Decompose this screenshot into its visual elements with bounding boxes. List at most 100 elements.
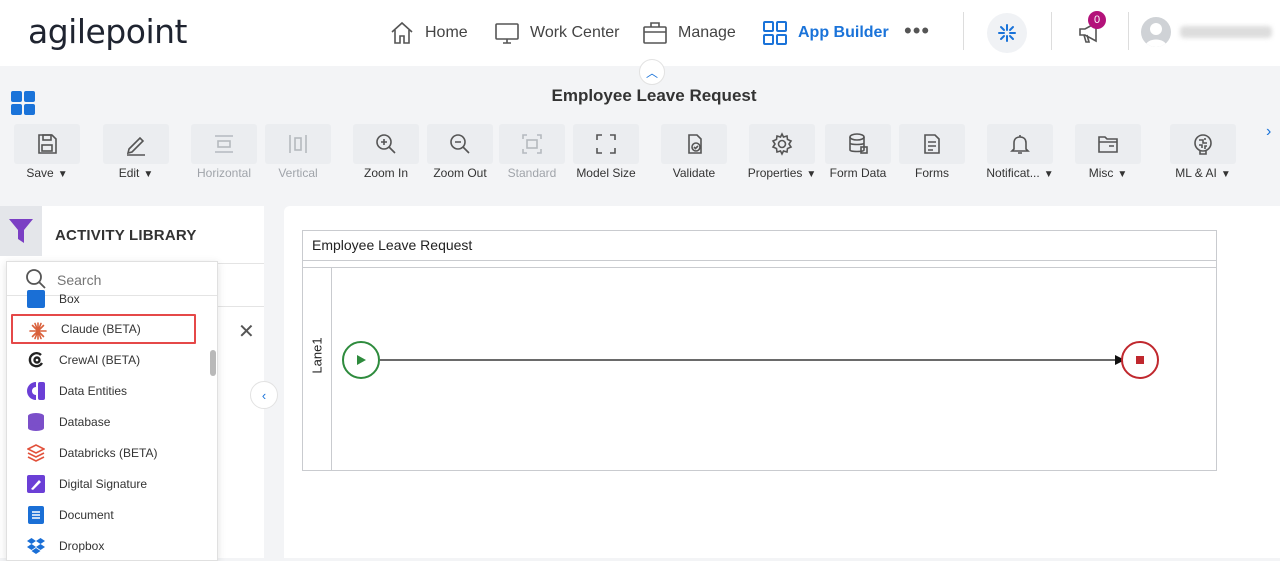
save-icon	[38, 134, 57, 154]
chevron-down-icon: ▼	[1043, 169, 1054, 180]
document-icon	[27, 506, 45, 524]
ai-assistant-icon	[998, 24, 1016, 42]
zoom-in-icon	[376, 134, 396, 154]
list-item-data-entities[interactable]: Data Entities	[11, 376, 196, 406]
nav-manage[interactable]: Manage	[642, 18, 736, 48]
database-icon	[27, 413, 45, 431]
database-icon	[849, 133, 868, 154]
briefcase-icon	[643, 22, 667, 44]
validate-icon	[688, 134, 702, 154]
list-item-label: Box	[59, 292, 80, 306]
list-item-label: Databricks (BETA)	[59, 446, 158, 460]
folder-icon	[1098, 136, 1118, 153]
grid-icon	[763, 21, 787, 45]
home-icon	[391, 21, 413, 44]
nav-app-builder[interactable]: App Builder	[762, 18, 889, 48]
scrollbar-thumb[interactable]	[210, 350, 216, 376]
chevron-right-icon: ›	[1266, 123, 1272, 140]
data-entities-icon	[27, 382, 45, 400]
page-title: Employee Leave Request	[551, 86, 757, 105]
validate-button[interactable]: Validate	[661, 124, 727, 186]
list-item-label: Data Entities	[59, 384, 128, 398]
misc-button[interactable]: Misc ▼	[1075, 124, 1141, 186]
nav-manage-label: Manage	[678, 24, 736, 41]
gear-icon	[771, 132, 793, 156]
username-blurred[interactable]	[1180, 26, 1272, 38]
save-button[interactable]: Save ▼	[14, 124, 80, 186]
list-item-label: Database	[59, 415, 111, 429]
more-menu-button[interactable]: •••	[904, 16, 930, 46]
end-event[interactable]	[1121, 341, 1159, 379]
filter-icon	[9, 219, 33, 243]
brain-icon	[1194, 134, 1212, 155]
horizontal-layout-icon	[215, 135, 233, 153]
nav-home[interactable]: Home	[389, 18, 468, 48]
list-item-database[interactable]: Database	[11, 407, 196, 437]
filter-button[interactable]	[0, 206, 42, 256]
claude-icon	[29, 322, 47, 340]
notifications-label: Notificat...	[986, 166, 1040, 180]
databricks-icon	[27, 444, 45, 462]
forms-button[interactable]: Forms	[899, 124, 965, 186]
list-item-label: Document	[59, 508, 114, 522]
nav-divider	[963, 12, 964, 50]
list-item-claude[interactable]: Claude (BETA)	[11, 314, 196, 344]
crewai-icon	[27, 351, 45, 369]
bell-icon	[1010, 135, 1030, 154]
toolbar-next-button[interactable]: ›	[1266, 123, 1271, 141]
vertical-layout-icon	[289, 135, 307, 153]
model-size-button[interactable]: Model Size	[573, 124, 639, 186]
activity-library-dropdown: Box Claude (BETA) CrewAI (BETA) Data Ent…	[6, 261, 218, 561]
pencil-icon	[126, 136, 145, 156]
notification-badge: 0	[1088, 11, 1106, 29]
chevron-left-icon: ‹	[261, 387, 267, 403]
list-item-label: CrewAI (BETA)	[59, 353, 141, 367]
process-flow	[342, 341, 1159, 379]
zoom-out-icon	[450, 134, 470, 154]
dropbox-icon	[27, 537, 45, 555]
signature-icon	[27, 475, 45, 493]
nav-work-center[interactable]: Work Center	[494, 18, 620, 48]
top-navigation: agilepoint Home Work Center Manage App B…	[0, 0, 1280, 66]
list-item-document[interactable]: Document	[11, 500, 196, 530]
activity-library-title: ACTIVITY LIBRARY	[55, 227, 197, 244]
list-item-databricks[interactable]: Databricks (BETA)	[11, 438, 196, 468]
properties-label: Properties	[747, 166, 803, 180]
nav-divider	[1128, 12, 1129, 50]
user-icon	[1145, 23, 1167, 47]
box-icon	[27, 290, 45, 308]
list-item-dropbox[interactable]: Dropbox	[11, 531, 196, 560]
avatar[interactable]	[1141, 17, 1171, 47]
misc-label: Misc	[1088, 166, 1114, 180]
list-item-digital-signature[interactable]: Digital Signature	[11, 469, 196, 499]
chevron-up-icon: ︿	[645, 65, 658, 80]
chevron-down-icon: ▼	[57, 169, 68, 180]
chevron-down-icon: ▼	[143, 169, 154, 180]
collapse-header-button[interactable]: ︿	[639, 59, 665, 85]
toolbar: Save ▼ Edit ▼ Horizontal Vertical Zoom In …	[0, 118, 1280, 190]
edit-button[interactable]: Edit ▼	[103, 124, 169, 186]
nav-work-center-label: Work Center	[530, 24, 620, 41]
divider	[218, 263, 264, 264]
ai-assistant-button[interactable]	[987, 13, 1027, 53]
list-item-crewai[interactable]: CrewAI (BETA)	[11, 345, 196, 375]
agilepoint-logo[interactable]: agilepoint	[28, 12, 187, 51]
monitor-icon	[495, 23, 519, 44]
close-icon[interactable]: ✕	[238, 319, 255, 344]
nav-home-label: Home	[425, 24, 468, 41]
list-item-label: Digital Signature	[59, 477, 148, 491]
list-item-box[interactable]: Box	[11, 284, 196, 314]
ml-ai-button[interactable]: ML & AI ▼	[1170, 124, 1236, 186]
save-label: Save	[26, 166, 54, 180]
ml-ai-label: ML & AI	[1175, 166, 1217, 180]
nav-divider	[1051, 12, 1052, 50]
chevron-down-icon: ▼	[1117, 169, 1128, 180]
fit-size-icon	[596, 134, 616, 154]
notifications-button[interactable]: Notificat... ▼	[986, 124, 1054, 186]
start-event[interactable]	[342, 341, 380, 379]
vertical-layout-button[interactable]: Vertical	[265, 124, 331, 186]
chevron-down-icon: ▼	[1220, 169, 1231, 180]
nav-app-builder-label: App Builder	[798, 24, 889, 41]
edit-label: Edit	[118, 166, 140, 180]
collapse-panel-button[interactable]: ‹	[250, 381, 278, 409]
